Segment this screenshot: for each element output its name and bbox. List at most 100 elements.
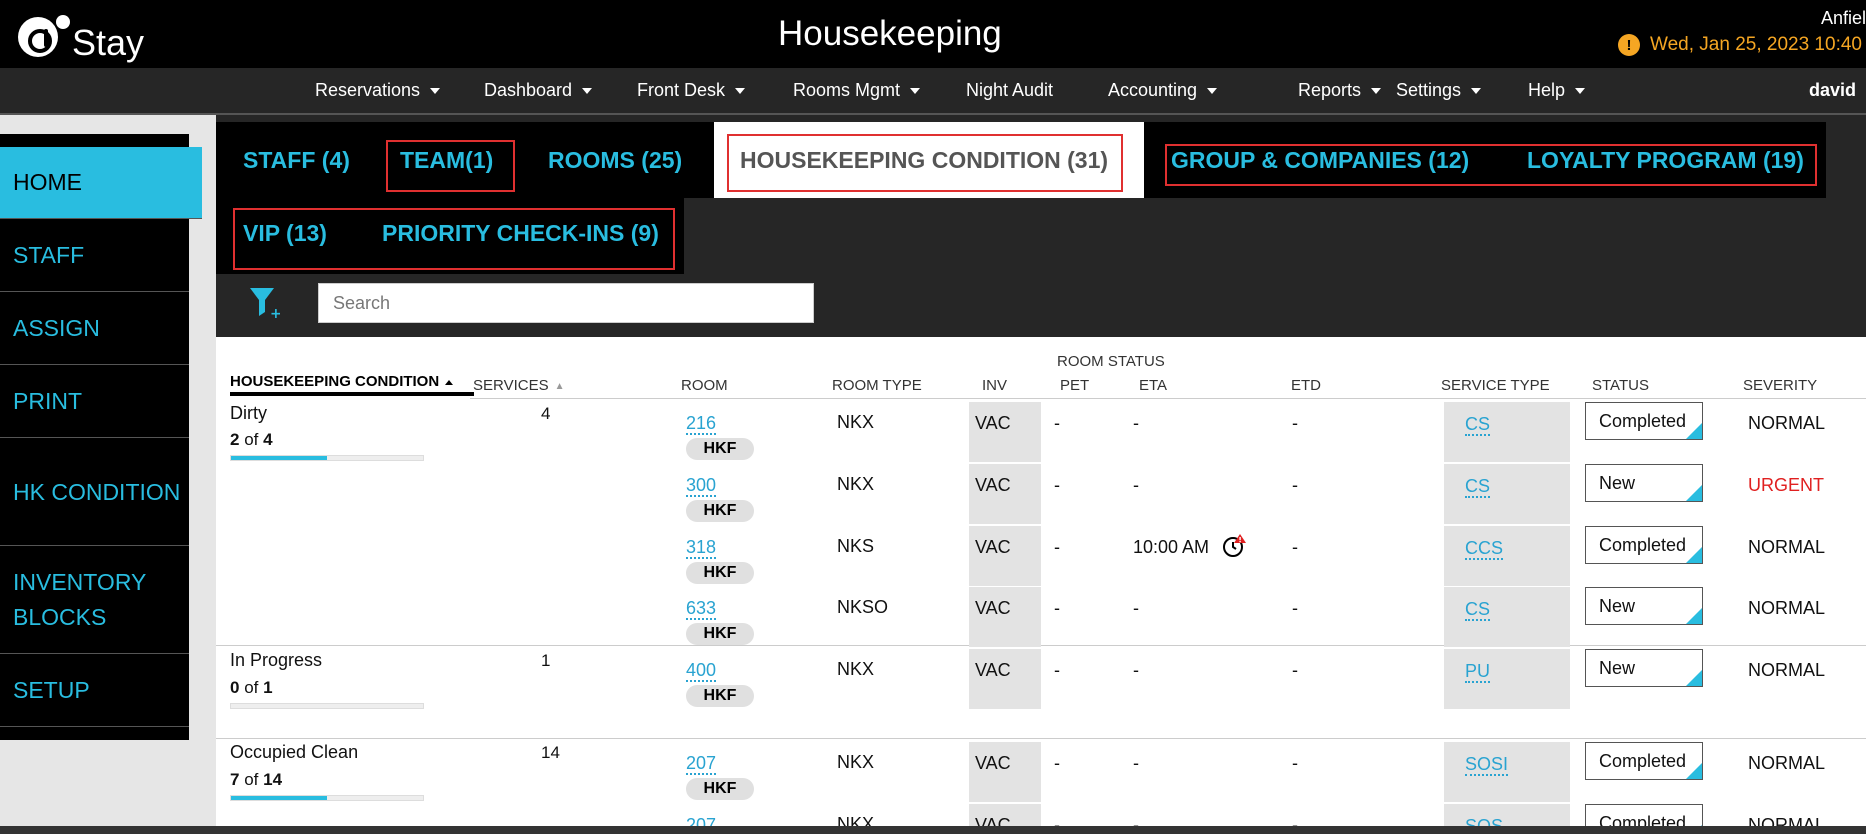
sidebar-item-home[interactable]: HOME bbox=[0, 147, 202, 219]
nav-settings[interactable]: Settings bbox=[1396, 80, 1482, 101]
group-progress-dirty: 2 of 4 bbox=[230, 430, 273, 450]
highlight-box-team bbox=[386, 140, 515, 192]
room-type: NKX bbox=[837, 412, 875, 432]
sort-asc-icon bbox=[445, 379, 454, 385]
service-cell-background bbox=[1444, 649, 1570, 709]
nav-reservations[interactable]: Reservations bbox=[315, 80, 441, 101]
sidebar-item-assign[interactable]: ASSIGN bbox=[0, 293, 189, 365]
nav-dashboard[interactable]: Dashboard bbox=[484, 80, 593, 101]
done-count: 0 bbox=[230, 678, 240, 697]
severity-value: NORMAL bbox=[1748, 413, 1826, 433]
nav-night-audit[interactable]: Night Audit bbox=[966, 80, 1053, 101]
pet-value: - bbox=[1054, 598, 1060, 618]
group-progress-occupied-clean: 7 of 14 bbox=[230, 770, 282, 790]
property-name: Anfiel bbox=[1820, 8, 1866, 28]
nav-rooms-mgmt[interactable]: Rooms Mgmt bbox=[793, 80, 921, 101]
caret-down-icon bbox=[735, 88, 746, 95]
nav-accounting[interactable]: Accounting bbox=[1108, 80, 1218, 101]
hkf-badge: HKF bbox=[686, 685, 754, 707]
app-logo[interactable]: Stay bbox=[18, 10, 144, 64]
search-input[interactable] bbox=[318, 283, 814, 323]
room-number-link[interactable]: 400 bbox=[686, 660, 717, 682]
status-select[interactable]: Completed bbox=[1585, 402, 1703, 440]
room-type: NKX bbox=[837, 474, 875, 494]
severity-value: NORMAL bbox=[1748, 753, 1826, 773]
header-label: HOUSEKEEPING CONDITION bbox=[230, 373, 440, 390]
status-select[interactable]: Completed bbox=[1585, 526, 1703, 564]
sidebar-item-staff[interactable]: STAFF bbox=[0, 220, 189, 292]
severity-value: NORMAL bbox=[1748, 537, 1826, 557]
caret-down-icon bbox=[1471, 88, 1482, 95]
nav-label: Dashboard bbox=[484, 80, 573, 100]
total-count: 14 bbox=[263, 770, 283, 789]
etd-value: - bbox=[1292, 753, 1298, 773]
done-count: 7 bbox=[230, 770, 240, 789]
progress-fill bbox=[231, 456, 327, 460]
nav-label: Front Desk bbox=[637, 80, 726, 100]
service-cell-background bbox=[1444, 587, 1570, 647]
nav-label: Help bbox=[1528, 80, 1566, 100]
datetime-display: ! Wed, Jan 25, 2023 10:40 AM bbox=[1618, 34, 1866, 56]
service-type-link[interactable]: CS bbox=[1465, 599, 1491, 621]
room-type: NKS bbox=[837, 536, 875, 556]
status-select[interactable]: New bbox=[1585, 587, 1703, 625]
user-menu[interactable]: david bbox=[1809, 80, 1856, 101]
group-name-in-progress: In Progress bbox=[230, 650, 323, 670]
sidebar-item-setup[interactable]: SETUP bbox=[0, 655, 189, 727]
header-divider bbox=[470, 398, 1866, 399]
service-type-link[interactable]: SOSI bbox=[1465, 754, 1509, 776]
eta-value: 10:00 AM bbox=[1133, 537, 1210, 557]
of-label: of bbox=[244, 678, 259, 697]
nav-help[interactable]: Help bbox=[1528, 80, 1586, 101]
severity-value: URGENT bbox=[1748, 475, 1824, 495]
done-count: 2 bbox=[230, 430, 240, 449]
room-type: NKX bbox=[837, 752, 875, 772]
room-number-link[interactable]: 216 bbox=[686, 413, 717, 435]
eta-value: - bbox=[1133, 753, 1139, 773]
pet-value: - bbox=[1054, 413, 1060, 433]
tab-rooms[interactable]: ROOMS (25) bbox=[548, 147, 682, 174]
header-severity: SEVERITY bbox=[1743, 377, 1818, 394]
room-number-link[interactable]: 633 bbox=[686, 598, 717, 620]
status-select[interactable]: New bbox=[1585, 649, 1703, 687]
service-type-link[interactable]: CS bbox=[1465, 414, 1491, 436]
warning-icon[interactable]: ! bbox=[1618, 34, 1640, 56]
of-label: of bbox=[244, 430, 259, 449]
status-select[interactable]: New bbox=[1585, 464, 1703, 502]
tab-staff[interactable]: STAFF (4) bbox=[243, 147, 350, 174]
group-name-occupied-clean: Occupied Clean bbox=[230, 742, 359, 762]
group-divider bbox=[216, 738, 1866, 739]
caret-down-icon bbox=[1207, 88, 1218, 95]
services-count: 1 bbox=[541, 651, 551, 670]
logo-icon bbox=[18, 15, 70, 57]
room-type: NKSO bbox=[837, 597, 889, 617]
nav-label: Settings bbox=[1396, 80, 1462, 100]
header-label: SERVICES bbox=[473, 377, 549, 394]
room-number-link[interactable]: 300 bbox=[686, 475, 717, 497]
room-type: NKX bbox=[837, 659, 875, 679]
add-filter-icon[interactable]: + bbox=[248, 285, 280, 319]
page-title: Housekeeping bbox=[778, 14, 1002, 53]
datetime-text: Wed, Jan 25, 2023 10:40 AM bbox=[1650, 34, 1866, 55]
nav-front-desk[interactable]: Front Desk bbox=[637, 80, 746, 101]
room-number-link[interactable]: 207 bbox=[686, 753, 717, 775]
service-type-link[interactable]: PU bbox=[1465, 661, 1491, 683]
service-type-link[interactable]: CS bbox=[1465, 476, 1491, 498]
eta-value: - bbox=[1133, 598, 1139, 618]
nav-label: Reports bbox=[1298, 80, 1362, 100]
header-services[interactable]: SERVICES ▲ bbox=[473, 377, 565, 394]
nav-reports[interactable]: Reports bbox=[1298, 80, 1382, 101]
header-service-type: SERVICE TYPE bbox=[1441, 377, 1550, 394]
sidebar-item-print[interactable]: PRINT bbox=[0, 366, 189, 438]
header-inv: INV bbox=[982, 377, 1008, 394]
progress-fill bbox=[231, 796, 327, 800]
logo-text: Stay bbox=[72, 22, 145, 63]
pet-value: - bbox=[1054, 753, 1060, 773]
inv-status: VAC bbox=[975, 537, 1011, 557]
room-number-link[interactable]: 318 bbox=[686, 537, 717, 559]
status-select[interactable]: Completed bbox=[1585, 742, 1703, 780]
sidebar-item-hk-condition[interactable]: HK CONDITION bbox=[0, 439, 189, 546]
header-hk-condition[interactable]: HOUSEKEEPING CONDITION bbox=[230, 373, 474, 396]
service-type-link[interactable]: CCS bbox=[1465, 538, 1504, 560]
sidebar-item-inventory-blocks[interactable]: INVENTORY BLOCKS bbox=[0, 547, 189, 654]
